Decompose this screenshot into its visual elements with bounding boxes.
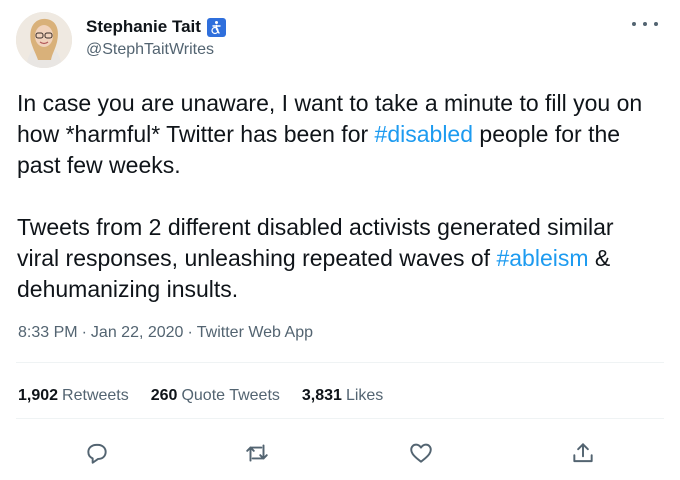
- quote-tweets-label: Quote Tweets: [181, 387, 280, 404]
- separator: ·: [187, 324, 193, 341]
- engagement-stats: 1,902 Retweets 260 Quote Tweets 3,831 Likes: [18, 387, 405, 405]
- tweet-paragraph-1: In case you are unaware, I want to take …: [17, 88, 657, 181]
- share-icon[interactable]: [570, 440, 596, 466]
- accessibility-icon: [206, 17, 226, 37]
- quote-tweets-stat[interactable]: 260 Quote Tweets: [151, 387, 280, 405]
- tweet-text: In case you are unaware, I want to take …: [17, 88, 657, 305]
- likes-label: Likes: [345, 387, 384, 404]
- retweets-stat[interactable]: 1,902 Retweets: [18, 387, 129, 405]
- display-name-text: Stephanie Tait: [86, 17, 201, 36]
- quote-tweets-count: 260: [150, 387, 178, 404]
- divider: [16, 362, 664, 363]
- tweet-source[interactable]: Twitter Web App: [197, 324, 313, 341]
- retweets-count: 1,902: [18, 387, 59, 404]
- likes-stat[interactable]: 3,831 Likes: [302, 387, 383, 405]
- separator: ·: [81, 324, 87, 341]
- hashtag-disabled[interactable]: #disabled: [375, 121, 473, 147]
- action-bar: [0, 436, 680, 470]
- dot: [654, 22, 658, 26]
- avatar[interactable]: [16, 12, 72, 68]
- tweet-paragraph-2: Tweets from 2 different disabled activis…: [17, 212, 657, 305]
- tweet-metadata: 8:33 PM · Jan 22, 2020 · Twitter Web App: [18, 324, 313, 342]
- tweet-date[interactable]: Jan 22, 2020: [91, 324, 184, 341]
- retweets-label: Retweets: [62, 387, 129, 404]
- dot: [632, 22, 636, 26]
- divider: [16, 418, 664, 419]
- reply-icon[interactable]: [84, 440, 110, 466]
- like-icon[interactable]: [408, 440, 434, 466]
- tweet-card: Stephanie Tait @StephTaitWrites In case …: [0, 0, 680, 480]
- more-options-icon[interactable]: [632, 16, 658, 32]
- display-name[interactable]: Stephanie Tait: [86, 17, 226, 37]
- tweet-time[interactable]: 8:33 PM: [18, 324, 78, 341]
- hashtag-ableism[interactable]: #ableism: [496, 245, 588, 271]
- retweet-icon[interactable]: [244, 440, 270, 466]
- user-handle[interactable]: @StephTaitWrites: [86, 41, 214, 59]
- likes-count: 3,831: [301, 387, 342, 404]
- dot: [643, 22, 647, 26]
